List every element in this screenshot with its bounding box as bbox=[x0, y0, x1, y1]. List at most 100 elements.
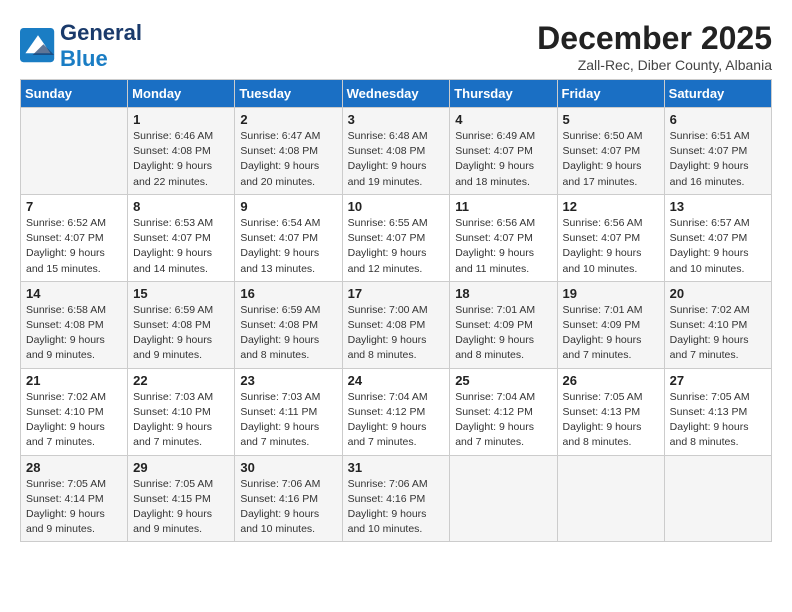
day-cell: 25Sunrise: 7:04 AMSunset: 4:12 PMDayligh… bbox=[450, 368, 557, 455]
day-info: Sunrise: 7:04 AMSunset: 4:12 PMDaylight:… bbox=[455, 390, 551, 451]
day-info: Sunrise: 6:57 AMSunset: 4:07 PMDaylight:… bbox=[670, 216, 766, 277]
day-info: Sunrise: 6:55 AMSunset: 4:07 PMDaylight:… bbox=[348, 216, 445, 277]
day-number: 18 bbox=[455, 286, 551, 301]
calendar-table: SundayMondayTuesdayWednesdayThursdayFrid… bbox=[20, 79, 772, 542]
day-info: Sunrise: 6:52 AMSunset: 4:07 PMDaylight:… bbox=[26, 216, 122, 277]
logo-blue: Blue bbox=[60, 46, 108, 71]
day-info: Sunrise: 7:05 AMSunset: 4:15 PMDaylight:… bbox=[133, 477, 229, 538]
day-cell: 13 Sunrise: 6:57 AMSunset: 4:07 PMDayligh… bbox=[664, 194, 771, 281]
title-block: December 2025 Zall-Rec, Diber County, Al… bbox=[537, 20, 772, 73]
day-number: 19 bbox=[563, 286, 659, 301]
day-info: Sunrise: 6:50 AMSunset: 4:07 PMDaylight:… bbox=[563, 129, 659, 190]
day-number: 6 bbox=[670, 112, 766, 127]
day-cell: 21 Sunrise: 7:02 AMSunset: 4:10 PMDayligh… bbox=[21, 368, 128, 455]
day-info: Sunrise: 6:56 AMSunset: 4:07 PMDaylight:… bbox=[455, 216, 551, 277]
day-cell: 11 Sunrise: 6:56 AMSunset: 4:07 PMDayligh… bbox=[450, 194, 557, 281]
day-cell: 2 Sunrise: 6:47 AMSunset: 4:08 PMDaylight… bbox=[235, 108, 342, 195]
day-info: Sunrise: 6:58 AMSunset: 4:08 PMDaylight:… bbox=[26, 303, 122, 364]
day-info: Sunrise: 7:06 AMSunset: 4:16 PMDaylight:… bbox=[240, 477, 336, 538]
day-info: Sunrise: 6:53 AMSunset: 4:07 PMDaylight:… bbox=[133, 216, 229, 277]
day-cell: 1 Sunrise: 6:46 AMSunset: 4:08 PMDaylight… bbox=[128, 108, 235, 195]
day-number: 10 bbox=[348, 199, 445, 214]
day-cell: 20 Sunrise: 7:02 AMSunset: 4:10 PMDayligh… bbox=[664, 281, 771, 368]
day-number: 29 bbox=[133, 460, 229, 475]
calendar-body: 1 Sunrise: 6:46 AMSunset: 4:08 PMDaylight… bbox=[21, 108, 772, 542]
day-info: Sunrise: 7:02 AMSunset: 4:10 PMDaylight:… bbox=[26, 390, 122, 451]
day-number: 24 bbox=[348, 373, 445, 388]
day-cell: 6 Sunrise: 6:51 AMSunset: 4:07 PMDaylight… bbox=[664, 108, 771, 195]
day-info: Sunrise: 7:01 AMSunset: 4:09 PMDaylight:… bbox=[455, 303, 551, 364]
day-number: 26 bbox=[563, 373, 659, 388]
day-number: 20 bbox=[670, 286, 766, 301]
week-row-2: 14Sunrise: 6:58 AMSunset: 4:08 PMDayligh… bbox=[21, 281, 772, 368]
day-info: Sunrise: 7:05 AMSunset: 4:14 PMDaylight:… bbox=[26, 477, 122, 538]
day-cell: 3 Sunrise: 6:48 AMSunset: 4:08 PMDaylight… bbox=[342, 108, 450, 195]
day-number: 2 bbox=[240, 112, 336, 127]
day-number: 7 bbox=[26, 199, 122, 214]
day-cell: 10 Sunrise: 6:55 AMSunset: 4:07 PMDayligh… bbox=[342, 194, 450, 281]
day-number: 12 bbox=[563, 199, 659, 214]
day-info: Sunrise: 6:51 AMSunset: 4:07 PMDaylight:… bbox=[670, 129, 766, 190]
day-cell: 8 Sunrise: 6:53 AMSunset: 4:07 PMDaylight… bbox=[128, 194, 235, 281]
day-cell: 18 Sunrise: 7:01 AMSunset: 4:09 PMDayligh… bbox=[450, 281, 557, 368]
day-cell: 7 Sunrise: 6:52 AMSunset: 4:07 PMDaylight… bbox=[21, 194, 128, 281]
day-info: Sunrise: 7:05 AMSunset: 4:13 PMDaylight:… bbox=[563, 390, 659, 451]
day-number: 9 bbox=[240, 199, 336, 214]
week-row-0: 1 Sunrise: 6:46 AMSunset: 4:08 PMDaylight… bbox=[21, 108, 772, 195]
day-number: 13 bbox=[670, 199, 766, 214]
day-cell bbox=[21, 108, 128, 195]
logo: General Blue bbox=[20, 20, 142, 72]
day-cell: 19 Sunrise: 7:01 AMSunset: 4:09 PMDayligh… bbox=[557, 281, 664, 368]
day-cell: 14Sunrise: 6:58 AMSunset: 4:08 PMDayligh… bbox=[21, 281, 128, 368]
day-number: 11 bbox=[455, 199, 551, 214]
day-info: Sunrise: 7:00 AMSunset: 4:08 PMDaylight:… bbox=[348, 303, 445, 364]
day-info: Sunrise: 6:54 AMSunset: 4:07 PMDaylight:… bbox=[240, 216, 336, 277]
day-number: 5 bbox=[563, 112, 659, 127]
day-cell: 15Sunrise: 6:59 AMSunset: 4:08 PMDayligh… bbox=[128, 281, 235, 368]
logo-icon bbox=[20, 28, 56, 64]
day-number: 1 bbox=[133, 112, 229, 127]
day-info: Sunrise: 7:06 AMSunset: 4:16 PMDaylight:… bbox=[348, 477, 445, 538]
day-cell: 4 Sunrise: 6:49 AMSunset: 4:07 PMDaylight… bbox=[450, 108, 557, 195]
page-header: General Blue December 2025 Zall-Rec, Dib… bbox=[20, 20, 772, 73]
day-cell: 9 Sunrise: 6:54 AMSunset: 4:07 PMDaylight… bbox=[235, 194, 342, 281]
day-cell: 30Sunrise: 7:06 AMSunset: 4:16 PMDayligh… bbox=[235, 455, 342, 542]
day-info: Sunrise: 6:48 AMSunset: 4:08 PMDaylight:… bbox=[348, 129, 445, 190]
day-cell bbox=[664, 455, 771, 542]
day-cell: 26 Sunrise: 7:05 AMSunset: 4:13 PMDayligh… bbox=[557, 368, 664, 455]
header-monday: Monday bbox=[128, 80, 235, 108]
day-number: 28 bbox=[26, 460, 122, 475]
day-info: Sunrise: 7:05 AMSunset: 4:13 PMDaylight:… bbox=[670, 390, 766, 451]
day-info: Sunrise: 7:01 AMSunset: 4:09 PMDaylight:… bbox=[563, 303, 659, 364]
day-number: 27 bbox=[670, 373, 766, 388]
day-info: Sunrise: 6:47 AMSunset: 4:08 PMDaylight:… bbox=[240, 129, 336, 190]
day-info: Sunrise: 6:46 AMSunset: 4:08 PMDaylight:… bbox=[133, 129, 229, 190]
day-info: Sunrise: 7:03 AMSunset: 4:11 PMDaylight:… bbox=[240, 390, 336, 451]
day-number: 31 bbox=[348, 460, 445, 475]
day-number: 3 bbox=[348, 112, 445, 127]
day-info: Sunrise: 6:56 AMSunset: 4:07 PMDaylight:… bbox=[563, 216, 659, 277]
day-cell: 27 Sunrise: 7:05 AMSunset: 4:13 PMDayligh… bbox=[664, 368, 771, 455]
day-cell: 22Sunrise: 7:03 AMSunset: 4:10 PMDayligh… bbox=[128, 368, 235, 455]
header-friday: Friday bbox=[557, 80, 664, 108]
header-sunday: Sunday bbox=[21, 80, 128, 108]
day-cell: 5 Sunrise: 6:50 AMSunset: 4:07 PMDaylight… bbox=[557, 108, 664, 195]
day-number: 16 bbox=[240, 286, 336, 301]
day-number: 17 bbox=[348, 286, 445, 301]
header-row: SundayMondayTuesdayWednesdayThursdayFrid… bbox=[21, 80, 772, 108]
day-number: 8 bbox=[133, 199, 229, 214]
day-cell bbox=[557, 455, 664, 542]
header-saturday: Saturday bbox=[664, 80, 771, 108]
header-tuesday: Tuesday bbox=[235, 80, 342, 108]
logo-general: General bbox=[60, 20, 142, 45]
day-info: Sunrise: 7:04 AMSunset: 4:12 PMDaylight:… bbox=[348, 390, 445, 451]
day-number: 4 bbox=[455, 112, 551, 127]
week-row-3: 21 Sunrise: 7:02 AMSunset: 4:10 PMDayligh… bbox=[21, 368, 772, 455]
month-title: December 2025 bbox=[537, 20, 772, 57]
day-number: 23 bbox=[240, 373, 336, 388]
day-info: Sunrise: 6:49 AMSunset: 4:07 PMDaylight:… bbox=[455, 129, 551, 190]
day-info: Sunrise: 7:02 AMSunset: 4:10 PMDaylight:… bbox=[670, 303, 766, 364]
header-thursday: Thursday bbox=[450, 80, 557, 108]
day-cell: 12 Sunrise: 6:56 AMSunset: 4:07 PMDayligh… bbox=[557, 194, 664, 281]
day-number: 21 bbox=[26, 373, 122, 388]
